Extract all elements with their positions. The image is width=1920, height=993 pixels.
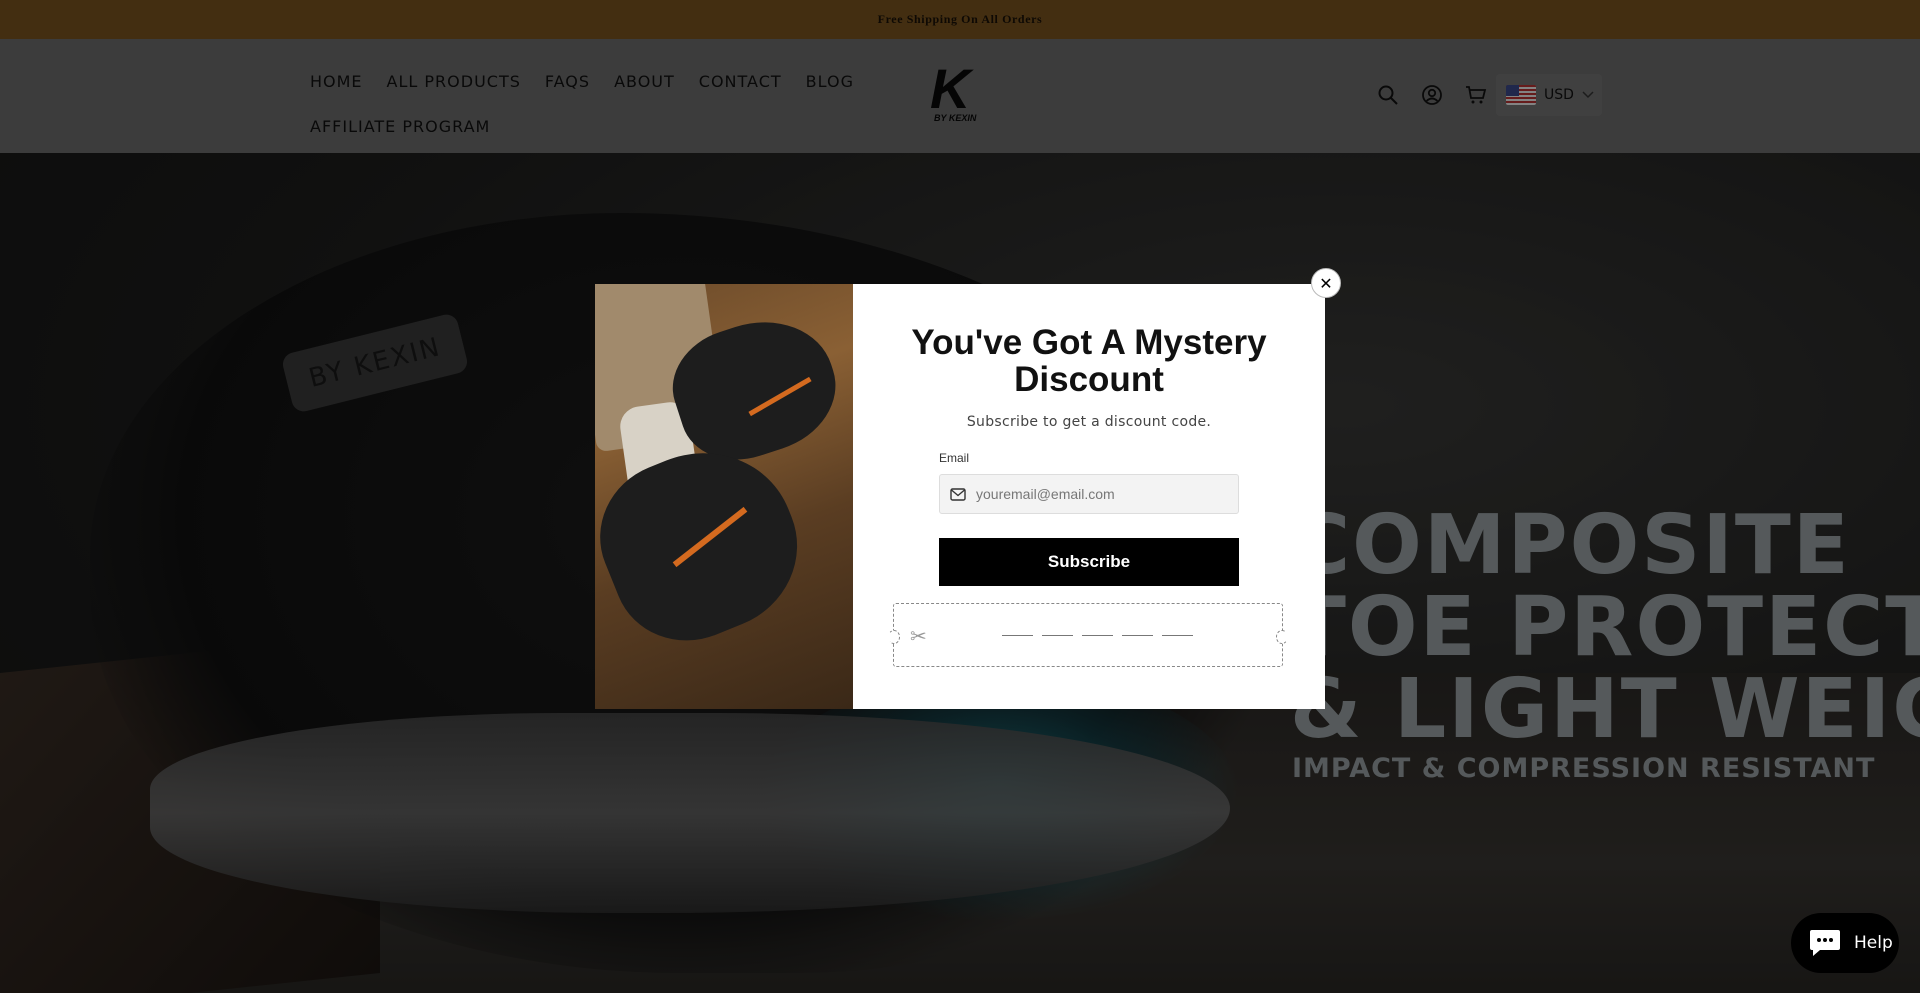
scissors-icon: ✂ (910, 626, 927, 648)
popup-product-image (595, 284, 853, 709)
help-chat-button[interactable]: Help (1791, 913, 1899, 973)
email-label: Email (939, 451, 970, 465)
coupon-placeholder: ✂ (888, 603, 1288, 667)
email-field[interactable] (939, 474, 1239, 514)
popup-body: You've Got A Mystery Discount Subscribe … (853, 284, 1325, 709)
coupon-dash (1162, 635, 1193, 636)
discount-popup: You've Got A Mystery Discount Subscribe … (595, 284, 1325, 709)
coupon-dash (1042, 635, 1073, 636)
subscribe-button[interactable]: Subscribe (939, 538, 1239, 586)
coupon-dash (1082, 635, 1113, 636)
mail-icon (950, 487, 966, 501)
email-input[interactable] (976, 486, 1216, 502)
close-icon: ✕ (1319, 273, 1333, 293)
coupon-code-dashes (1002, 635, 1193, 636)
coupon-dash (1122, 635, 1153, 636)
close-popup-button[interactable]: ✕ (1311, 268, 1341, 298)
chat-bubble-icon (1810, 930, 1840, 956)
popup-title: You've Got A Mystery Discount (911, 323, 1267, 399)
popup-subtitle: Subscribe to get a discount code. (966, 414, 1212, 430)
coupon-dash (1002, 635, 1033, 636)
help-label: Help (1854, 933, 1893, 953)
